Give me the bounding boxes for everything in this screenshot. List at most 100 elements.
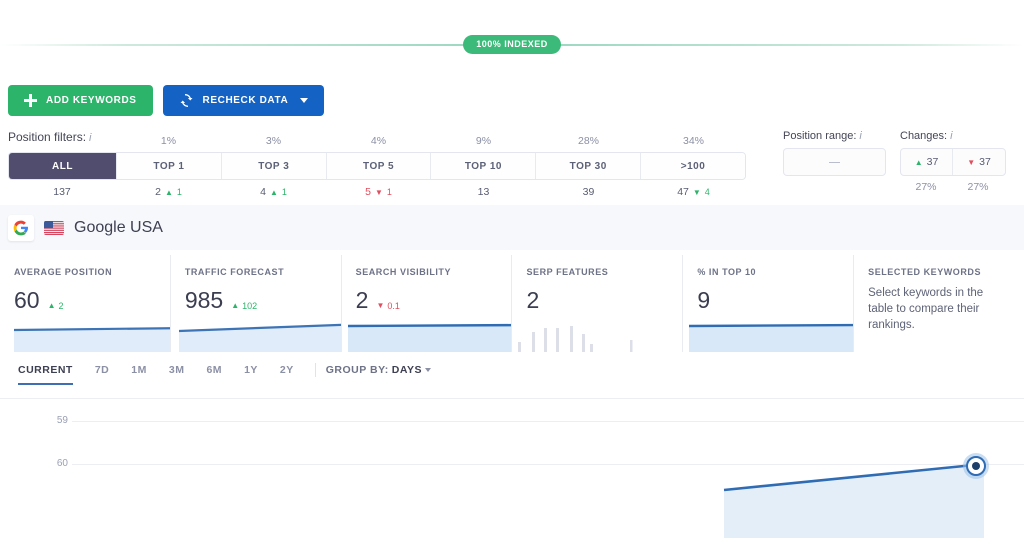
range-tab-1y[interactable]: 1Y [233, 364, 269, 385]
recheck-data-label: RECHECK DATA [202, 95, 289, 106]
changes-filter: Changes: i ▲ 37 ▼ 37 27% 27% [900, 130, 1006, 193]
filter-tab-over100[interactable]: >100 [641, 153, 745, 179]
chart-range-tabs: CURRENT 7D 1M 3M 6M 1Y 2Y GROUP BY: DAYS [18, 363, 432, 386]
recheck-data-button[interactable]: RECHECK DATA [162, 85, 325, 116]
percent-top5: 4% [370, 135, 387, 147]
count-over100-value: 47 [677, 186, 689, 198]
changes-declined-button[interactable]: ▼ 37 [953, 149, 1005, 175]
action-buttons: ADD KEYWORDS RECHECK DATA [8, 85, 325, 116]
changes-toggle-group: ▲ 37 ▼ 37 [900, 148, 1006, 176]
count-top3-value: 4 [260, 186, 266, 198]
card-value: 985 [184, 287, 224, 313]
info-icon[interactable]: i [89, 132, 91, 144]
range-separator-icon [829, 161, 840, 163]
card-title: TRAFFIC FORECAST [184, 267, 285, 277]
changes-improved-count: 37 [926, 156, 939, 168]
range-tab-7d[interactable]: 7D [84, 364, 120, 385]
filter-tab-top30[interactable]: TOP 30 [536, 153, 642, 179]
card-title: SELECTED KEYWORDS [868, 267, 981, 277]
arrow-down-icon: ▼ [374, 187, 383, 197]
chart-plot [723, 462, 985, 538]
arrow-up-icon: ▲ [164, 187, 173, 197]
position-range-input[interactable] [783, 148, 886, 176]
group-by-selector[interactable]: GROUP BY: DAYS [325, 364, 432, 385]
group-by-label: GROUP BY: [325, 364, 389, 376]
serp-features-bar-chart [518, 326, 633, 352]
metric-card-search-visibility[interactable]: SEARCH VISIBILITY 2 ▼ 0.1 [341, 255, 513, 352]
changes-declined-count: 37 [979, 156, 991, 168]
count-over100-delta: 4 [704, 187, 710, 197]
count-top3: 4 ▲ 1 [221, 186, 326, 198]
count-top5-delta: 1 [386, 187, 392, 197]
card-value: 2 [355, 287, 369, 313]
card-value: 2 [526, 287, 540, 313]
right-filters: Position range: i Changes: i ▲ 37 ▼ 37 2… [783, 130, 1006, 193]
sparkline-chart [178, 323, 341, 352]
changes-improved-percent: 27% [915, 181, 937, 193]
range-tab-3m[interactable]: 3M [158, 364, 196, 385]
position-range-filter: Position range: i [783, 130, 886, 193]
indexed-badge: 100% INDEXED [463, 35, 561, 54]
add-keywords-label: ADD KEYWORDS [46, 95, 137, 106]
changes-label: Changes: i [900, 130, 1006, 142]
range-tab-1m[interactable]: 1M [120, 364, 158, 385]
filter-tab-top3[interactable]: TOP 3 [221, 153, 327, 179]
position-filter-tabs: ALL TOP 1 TOP 3 TOP 5 TOP 10 TOP 30 >100 [8, 152, 746, 180]
chart-data-point-marker[interactable] [960, 450, 992, 482]
range-tab-6m[interactable]: 6M [195, 364, 233, 385]
position-range-label: Position range: i [783, 130, 886, 142]
card-value: 9 [697, 287, 711, 313]
sparkline-chart [13, 327, 170, 352]
count-top1: 2 ▲ 1 [116, 186, 221, 198]
selected-keywords-hint: Select keywords in the table to compare … [868, 287, 984, 331]
metric-card-serp-features[interactable]: SERP FEATURES 2 [512, 255, 684, 352]
count-all-value: 137 [53, 186, 71, 198]
arrow-down-icon: ▼ [692, 187, 701, 197]
metric-card-traffic-forecast[interactable]: TRAFFIC FORECAST 985 ▲ 102 [170, 255, 342, 352]
count-top30-value: 39 [582, 186, 595, 198]
card-delta: ▲ 2 [48, 301, 64, 311]
card-title: % IN TOP 10 [697, 267, 757, 277]
card-delta: ▼ 0.1 [376, 301, 399, 311]
card-delta-value: 2 [58, 300, 64, 311]
range-tab-2y[interactable]: 2Y [269, 364, 305, 385]
metric-card-average-position[interactable]: AVERAGE POSITION 60 ▲ 2 [0, 255, 171, 352]
changes-improved-button[interactable]: ▲ 37 [901, 149, 953, 175]
count-top1-value: 2 [155, 186, 161, 198]
chevron-down-icon[interactable] [300, 98, 309, 103]
arrow-down-icon: ▼ [376, 301, 385, 310]
sparkline-chart [689, 323, 854, 352]
count-over100: 47 ▼ 4 [641, 186, 746, 198]
count-top5: 5 ▼ 1 [326, 186, 431, 198]
percent-over100: 34% [682, 135, 704, 147]
position-range-label-text: Position range: [783, 130, 857, 142]
card-value: 60 [14, 287, 40, 313]
add-keywords-button[interactable]: ADD KEYWORDS [8, 85, 153, 116]
position-filters-label: Position filters: i [8, 130, 91, 144]
changes-declined-percent: 27% [967, 181, 989, 193]
arrow-up-icon: ▲ [914, 157, 923, 167]
info-icon[interactable]: i [950, 130, 952, 142]
y-tick-59: 59 [56, 415, 68, 426]
filter-tab-top1[interactable]: TOP 1 [117, 153, 222, 179]
filter-tab-all[interactable]: ALL [9, 153, 117, 179]
info-icon[interactable]: i [859, 130, 861, 142]
percent-top3: 3% [265, 135, 282, 147]
changes-percents: 27% 27% [900, 176, 1006, 193]
metric-cards: AVERAGE POSITION 60 ▲ 2 TRAFFIC FORECAST… [0, 255, 1024, 352]
arrow-up-icon: ▲ [47, 301, 56, 310]
rank-tracker-dashboard: 100% INDEXED ADD KEYWORDS RECHECK DATA 1… [0, 0, 1024, 538]
divider [314, 363, 316, 377]
filter-tab-top5[interactable]: TOP 5 [326, 153, 432, 179]
arrow-up-icon: ▲ [231, 301, 240, 310]
filter-tab-top10[interactable]: TOP 10 [431, 153, 537, 179]
card-delta-value: 0.1 [387, 300, 400, 311]
card-delta-value: 102 [242, 300, 258, 311]
search-engine-row[interactable]: Google USA [0, 205, 1024, 250]
card-title: SERP FEATURES [526, 267, 609, 277]
percent-top30: 28% [577, 135, 599, 147]
metric-card-percent-in-top-10[interactable]: % IN TOP 10 9 [683, 255, 855, 352]
us-flag-icon [44, 220, 64, 235]
count-all: 137 [8, 186, 116, 198]
range-tab-current[interactable]: CURRENT [18, 364, 84, 385]
